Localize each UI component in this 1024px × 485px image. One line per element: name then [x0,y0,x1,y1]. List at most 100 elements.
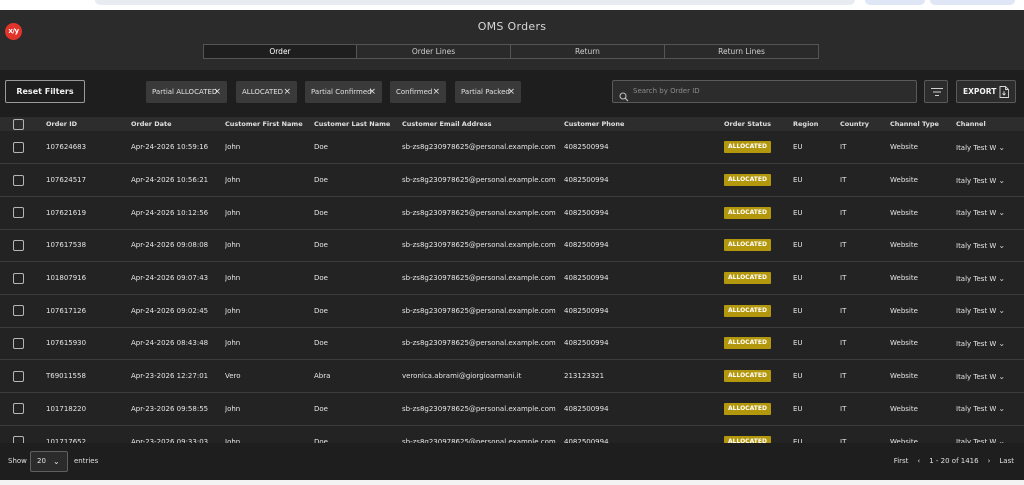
column-header-region[interactable]: Region [793,117,840,131]
orders-table: Order ID Order Date Customer First Name … [0,117,1024,443]
search-box[interactable]: Search by Order ID [612,80,917,103]
chip-close-icon[interactable]: × [432,81,440,103]
status-cell: ALLOCATED [724,131,793,165]
order-date-cell: Apr-24-2026 09:08:08 [131,229,225,263]
row-expand-chevron-icon[interactable]: ⌄ [998,274,1005,283]
table-row[interactable]: 107617126 Apr-24-2026 09:02:45 John Doe sb-z… [0,294,1024,328]
row-expand-chevron-icon[interactable]: ⌄ [998,208,1005,217]
last-name-cell: Doe [314,229,402,263]
chip-close-icon[interactable]: × [283,81,291,103]
phone-cell: 4082500994 [564,163,724,197]
table-header-row: Order ID Order Date Customer First Name … [0,117,1024,131]
search-input[interactable]: Search by Order ID [633,81,700,102]
status-badge: ALLOCATED [724,206,771,219]
table-row[interactable]: 107621619 Apr-24-2026 10:12:56 John Doe sb-z… [0,196,1024,230]
row-select-cell [0,261,46,295]
row-expand-chevron-icon[interactable]: ⌄ [998,241,1005,250]
channel-text: Italy Test W [956,405,997,414]
channel-cell: Italy Test W ⌄ [956,196,1024,230]
next-page-icon[interactable]: › [988,443,991,480]
row-expand-chevron-icon[interactable]: ⌄ [998,143,1005,152]
pagination-footer: Show 20 ⌄ entries First ‹ 1 - 20 of 1416… [0,443,1024,480]
column-header-order-date[interactable]: Order Date [131,117,225,131]
table-row[interactable]: 101807916 Apr-24-2026 09:07:43 John Doe sb-z… [0,261,1024,295]
chip-close-icon[interactable]: × [368,81,376,103]
table-row[interactable]: 101717652 Apr-23-2026 09:33:03 John Doe sb-z… [0,425,1024,443]
channel-type-cell: Website [890,425,956,443]
table-row[interactable]: T69011558 Apr-23-2026 12:27:01 Vero Abra ver… [0,359,1024,393]
row-expand-chevron-icon[interactable]: ⌄ [998,306,1005,315]
channel-text: Italy Test W [956,143,997,152]
filter-button[interactable] [924,80,948,103]
phone-cell: 4082500994 [564,327,724,361]
reset-filters-button[interactable]: Reset Filters [5,80,85,103]
chevron-down-icon: ⌄ [53,457,60,466]
phone-cell: 4082500994 [564,196,724,230]
email-cell: sb-zs8g230978625@personal.example.com [402,196,564,230]
region-cell: EU [793,229,840,263]
prev-page-icon[interactable]: ‹ [917,443,920,480]
table-row[interactable]: 101718220 Apr-23-2026 09:58:55 John Doe sb-z… [0,392,1024,426]
last-name-cell: Doe [314,196,402,230]
channel-type-cell: Website [890,163,956,197]
table-row[interactable]: 107624683 Apr-24-2026 10:59:16 John Doe sb-z… [0,131,1024,165]
select-all-checkbox[interactable] [13,118,24,130]
row-checkbox[interactable] [13,305,24,317]
row-checkbox[interactable] [13,141,24,153]
first-page-link[interactable]: First [894,443,909,480]
row-expand-chevron-icon[interactable]: ⌄ [998,339,1005,348]
export-button[interactable]: EXPORT [956,80,1016,103]
chip-close-icon[interactable]: × [507,81,515,103]
orders-table-container[interactable]: Order ID Order Date Customer First Name … [0,117,1024,443]
row-expand-chevron-icon[interactable]: ⌄ [998,372,1005,381]
column-header-last-name[interactable]: Customer Last Name [314,117,402,131]
country-cell: IT [840,392,890,426]
row-checkbox[interactable] [13,370,24,382]
tab-order[interactable]: Order [203,44,357,59]
row-checkbox[interactable] [13,207,24,219]
tab-return[interactable]: Return [511,44,665,59]
column-header-email[interactable]: Customer Email Address [402,117,564,131]
column-header-channel[interactable]: Channel [956,117,1024,131]
row-checkbox[interactable] [13,272,24,284]
column-header-phone[interactable]: Customer Phone [564,117,724,131]
region-cell: EU [793,294,840,328]
browser-bar-decoration [95,0,855,5]
last-name-cell: Doe [314,163,402,197]
row-checkbox[interactable] [13,403,24,415]
last-page-link[interactable]: Last [999,443,1014,480]
row-checkbox[interactable] [13,239,24,251]
column-header-channel-type[interactable]: Channel Type [890,117,956,131]
tab-return-lines[interactable]: Return Lines [665,44,819,59]
row-expand-chevron-icon[interactable]: ⌄ [998,404,1005,413]
chip-close-icon[interactable]: × [213,81,221,103]
row-select-cell [0,229,46,263]
column-header-status[interactable]: Order Status [724,117,793,131]
email-cell: sb-zs8g230978625@personal.example.com [402,327,564,361]
table-row[interactable]: 107617538 Apr-24-2026 09:08:08 John Doe sb-z… [0,229,1024,263]
row-expand-chevron-icon[interactable]: ⌄ [998,176,1005,185]
country-cell: IT [840,261,890,295]
browser-bar-decoration [865,0,925,5]
row-checkbox[interactable] [13,436,24,443]
page-size-select[interactable]: 20 ⌄ [30,451,68,472]
table-row[interactable]: 107615930 Apr-24-2026 08:43:48 John Doe sb-z… [0,327,1024,361]
channel-text: Italy Test W [956,307,997,316]
row-select-cell [0,327,46,361]
column-header-country[interactable]: Country [840,117,890,131]
entries-label: entries [74,457,99,465]
channel-cell: Italy Test W ⌄ [956,294,1024,328]
row-checkbox[interactable] [13,174,24,186]
column-header-order-id[interactable]: Order ID [46,117,131,131]
region-cell: EU [793,163,840,197]
channel-cell: Italy Test W ⌄ [956,229,1024,263]
last-name-cell: Doe [314,261,402,295]
tab-order-lines[interactable]: Order Lines [357,44,511,59]
country-cell: IT [840,359,890,393]
row-checkbox[interactable] [13,337,24,349]
last-name-cell: Doe [314,131,402,165]
app-header: x/y OMS Orders Order Order Lines Return … [0,10,1024,70]
table-row[interactable]: 107624517 Apr-24-2026 10:56:21 John Doe sb-z… [0,163,1024,197]
filter-chip-confirmed: Confirmed × [390,81,446,103]
column-header-first-name[interactable]: Customer First Name [225,117,314,131]
